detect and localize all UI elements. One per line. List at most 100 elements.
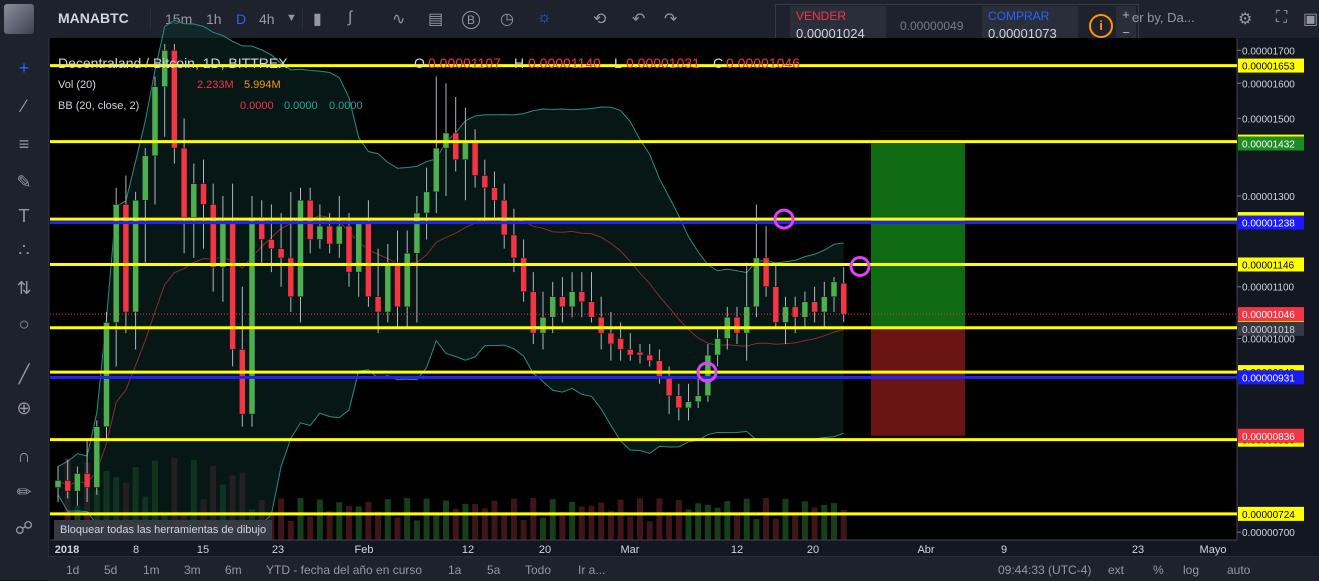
range-1a[interactable]: 1a xyxy=(448,563,461,577)
interval-d[interactable]: D xyxy=(236,11,246,27)
interval-dropdown-icon[interactable]: ▼ xyxy=(286,12,297,24)
trendline-icon[interactable]: ∕ xyxy=(8,96,40,117)
ideas-icon[interactable]: ☼ xyxy=(537,9,552,27)
candle-down xyxy=(636,351,644,356)
clock-time[interactable]: 09:44:33 (UTC-4) xyxy=(998,563,1091,577)
candle-up xyxy=(316,225,324,240)
volume-bar xyxy=(413,520,420,540)
volume-bar xyxy=(346,505,352,540)
volume-bar xyxy=(821,504,828,540)
candle-down xyxy=(481,175,489,188)
pattern-icon[interactable]: ∴ xyxy=(8,240,40,261)
range-5d[interactable]: 5d xyxy=(104,563,117,577)
candle-up xyxy=(54,480,62,488)
range-1m[interactable]: 1m xyxy=(143,563,160,577)
crosshair-icon[interactable]: + xyxy=(8,58,40,79)
redo-icon[interactable]: ↷ xyxy=(664,9,677,29)
buy-button[interactable]: COMPRAR 0.00001073 xyxy=(982,6,1078,44)
range-3m[interactable]: 3m xyxy=(184,563,201,577)
candles-icon[interactable]: ▮ xyxy=(313,9,322,29)
candle-down xyxy=(268,239,275,249)
hline-price-label: 0.00001653 xyxy=(1242,62,1295,73)
volume-bar xyxy=(627,516,634,540)
volume-indicator-label[interactable]: Vol (20) xyxy=(58,79,96,91)
zoom-icon[interactable]: ⊕ xyxy=(8,398,40,419)
undo-icon[interactable]: ↶ xyxy=(632,9,645,29)
bollinger-band-fill xyxy=(58,20,844,525)
ruler-icon[interactable]: ╱ xyxy=(8,364,40,385)
bitcoin-icon[interactable]: B xyxy=(462,11,480,29)
stay-drawing-icon[interactable]: ✏ xyxy=(8,482,40,503)
lock-icon[interactable]: ☍ xyxy=(8,518,40,539)
candle-up xyxy=(151,86,159,157)
low-label: L xyxy=(614,55,622,71)
alert-icon[interactable]: ◷ xyxy=(500,9,514,29)
magnet-icon[interactable]: ∩ xyxy=(8,446,40,467)
hline-price-label: 0.00001020 xyxy=(1242,324,1295,335)
volume-bar xyxy=(763,498,770,540)
line-icon[interactable]: ∿ xyxy=(392,9,405,29)
fullscreen-icon[interactable]: ⛶ xyxy=(1276,9,1287,27)
camera-icon[interactable]: ▣ xyxy=(1303,9,1318,29)
candle-down xyxy=(345,225,353,273)
volume-bar xyxy=(384,499,391,540)
volume-bar xyxy=(433,514,440,540)
range-6m[interactable]: 6m xyxy=(225,563,242,577)
volume-bar xyxy=(278,498,285,540)
interval-15m[interactable]: 15m xyxy=(165,11,192,27)
candle-down xyxy=(530,291,537,334)
settings-icon[interactable]: ⚙ xyxy=(1238,9,1252,29)
candle-down xyxy=(510,234,518,259)
plot-background xyxy=(50,38,1237,540)
log-toggle[interactable]: log xyxy=(1183,563,1199,577)
fib-icon[interactable]: ≡ xyxy=(8,134,40,155)
text-icon[interactable]: T xyxy=(8,206,40,227)
x-tick-label: 12 xyxy=(462,544,474,556)
y-tick-label: 0.00001300 xyxy=(1242,192,1295,203)
volume-bar xyxy=(472,504,479,540)
measure-icon[interactable]: ⇅ xyxy=(8,278,40,299)
candle-up xyxy=(355,221,362,273)
highlight-circle xyxy=(849,255,871,277)
hline-price-label-bg xyxy=(1238,134,1304,149)
x-tick-label: 23 xyxy=(1132,544,1144,556)
candle-down xyxy=(277,248,285,259)
range-1d[interactable]: 1d xyxy=(66,563,79,577)
bb-indicator-label[interactable]: BB (20, close, 2) xyxy=(58,100,139,112)
symbol-search[interactable]: MANABTC xyxy=(58,10,129,26)
y-tick-label: 0.00001000 xyxy=(1242,335,1295,346)
replay-icon[interactable]: ⟲ xyxy=(593,9,606,29)
range-5a[interactable]: 5a xyxy=(487,563,500,577)
indicators-icon[interactable]: ∫ xyxy=(348,9,352,27)
candle-up xyxy=(384,262,392,313)
interval-4h[interactable]: 4h xyxy=(259,11,275,27)
price-label-entry: 0.00001018 xyxy=(1242,325,1295,336)
hline-price-label-bg xyxy=(1238,365,1304,380)
goto-date-button[interactable]: Ir a... xyxy=(578,563,605,577)
x-tick-label: Abr xyxy=(917,544,934,556)
ext-toggle[interactable]: ext xyxy=(1108,563,1124,577)
sell-button[interactable]: VENDER 0.00001024 xyxy=(790,6,886,44)
candle-up xyxy=(685,401,692,409)
volume-bar xyxy=(782,498,789,540)
interval-1h[interactable]: 1h xyxy=(206,11,222,27)
ellipse-icon[interactable]: ○ xyxy=(8,314,40,335)
brush-icon[interactable]: ✎ xyxy=(8,172,40,193)
percent-toggle[interactable]: % xyxy=(1153,563,1164,577)
x-tick-label: Feb xyxy=(355,544,374,556)
candle-down xyxy=(617,338,624,350)
info-icon[interactable]: i xyxy=(1089,14,1113,38)
candle-down xyxy=(365,221,372,297)
compare-icon[interactable]: ▤ xyxy=(428,9,443,29)
range-ytd[interactable]: YTD - fecha del año en curso xyxy=(266,563,422,577)
candle-up xyxy=(190,183,198,218)
bollinger-basis-line xyxy=(57,215,844,487)
low-value: 0.00001031 xyxy=(626,55,700,71)
hline-price-label-bg xyxy=(1238,58,1304,73)
chart-title[interactable]: Decentraland / Bitcoin, 1D, BITTREX xyxy=(58,55,288,71)
bb-value-1: 0.0000 xyxy=(240,100,274,112)
auto-toggle[interactable]: auto xyxy=(1227,563,1250,577)
candle-down xyxy=(229,221,236,350)
user-avatar[interactable] xyxy=(4,4,34,34)
range-all[interactable]: Todo xyxy=(525,563,551,577)
